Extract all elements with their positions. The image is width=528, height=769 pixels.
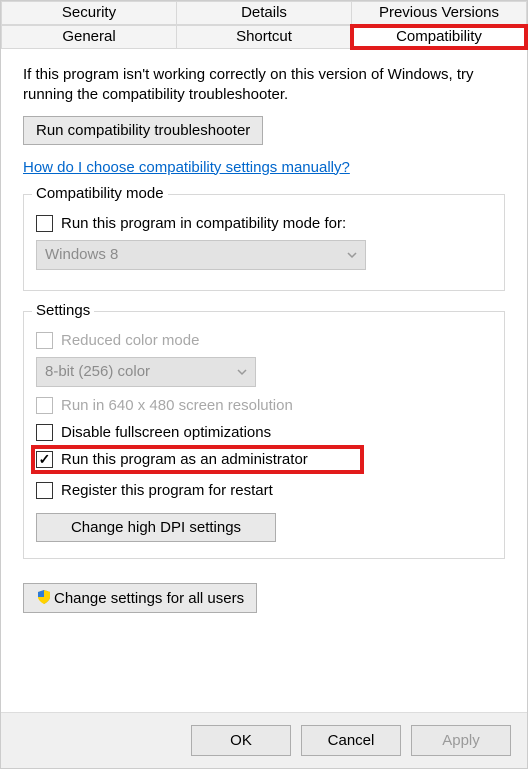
intro-text: If this program isn't working correctly … xyxy=(23,65,505,106)
tab-general[interactable]: General xyxy=(1,25,177,49)
group-compatibility-mode: Compatibility mode Run this program in c… xyxy=(23,194,505,291)
dropdown-os-value: Windows 8 xyxy=(45,246,118,263)
properties-dialog: Security Details Previous Versions Gener… xyxy=(0,0,528,769)
tab-strip: Security Details Previous Versions Gener… xyxy=(1,1,527,49)
checkbox-run-admin[interactable] xyxy=(36,451,53,468)
apply-button: Apply xyxy=(411,725,511,756)
checkbox-run-admin-label: Run this program as an administrator xyxy=(61,451,308,468)
checkbox-reduced-color xyxy=(36,332,53,349)
checkbox-register-restart-label: Register this program for restart xyxy=(61,482,273,499)
checkbox-640x480 xyxy=(36,397,53,414)
checkbox-compat-mode[interactable] xyxy=(36,215,53,232)
checkbox-compat-mode-label: Run this program in compatibility mode f… xyxy=(61,215,346,232)
dialog-footer: OK Cancel Apply xyxy=(1,712,527,768)
tab-details[interactable]: Details xyxy=(177,1,352,25)
cancel-button[interactable]: Cancel xyxy=(301,725,401,756)
tab-previous-versions[interactable]: Previous Versions xyxy=(352,1,527,25)
dropdown-os-version: Windows 8 xyxy=(36,240,366,270)
chevron-down-icon xyxy=(237,367,247,377)
change-all-users-button[interactable]: Change settings for all users xyxy=(23,583,257,613)
dropdown-color-value: 8-bit (256) color xyxy=(45,363,150,380)
checkbox-disable-fullscreen-label: Disable fullscreen optimizations xyxy=(61,424,271,441)
ok-button[interactable]: OK xyxy=(191,725,291,756)
tab-security[interactable]: Security xyxy=(1,1,177,25)
help-link[interactable]: How do I choose compatibility settings m… xyxy=(23,159,505,176)
group-settings: Settings Reduced color mode 8-bit (256) … xyxy=(23,311,505,559)
checkbox-register-restart[interactable] xyxy=(36,482,53,499)
tab-shortcut[interactable]: Shortcut xyxy=(177,25,352,49)
dropdown-color-mode: 8-bit (256) color xyxy=(36,357,256,387)
chevron-down-icon xyxy=(347,250,357,260)
tab-content: If this program isn't working correctly … xyxy=(1,49,527,712)
group-title-settings: Settings xyxy=(32,302,94,319)
checkbox-reduced-color-label: Reduced color mode xyxy=(61,332,199,349)
run-troubleshooter-button[interactable]: Run compatibility troubleshooter xyxy=(23,116,263,145)
tab-compatibility[interactable]: Compatibility xyxy=(352,25,527,49)
shield-icon xyxy=(36,589,52,605)
group-title-compat: Compatibility mode xyxy=(32,185,168,202)
checkbox-disable-fullscreen[interactable] xyxy=(36,424,53,441)
change-dpi-button[interactable]: Change high DPI settings xyxy=(36,513,276,542)
checkbox-640x480-label: Run in 640 x 480 screen resolution xyxy=(61,397,293,414)
change-all-users-label: Change settings for all users xyxy=(54,590,244,607)
